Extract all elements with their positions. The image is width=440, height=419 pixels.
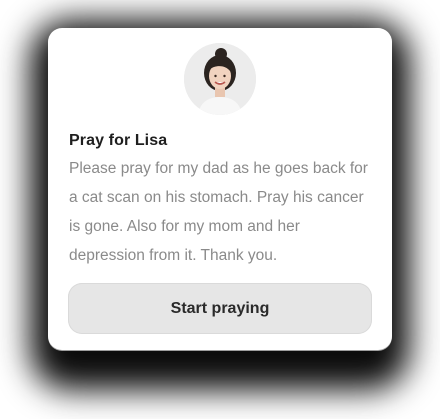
prayer-title: Pray for Lisa (69, 132, 168, 149)
user-avatar-icon (184, 43, 256, 115)
prayer-card: Pray for Lisa Please pray for my dad as … (48, 28, 392, 350)
page: Pray for Lisa Please pray for my dad as … (0, 0, 440, 419)
start-praying-button[interactable]: Start praying (68, 283, 372, 334)
avatar (184, 43, 256, 115)
prayer-message: Please pray for my dad as he goes back f… (69, 160, 368, 264)
